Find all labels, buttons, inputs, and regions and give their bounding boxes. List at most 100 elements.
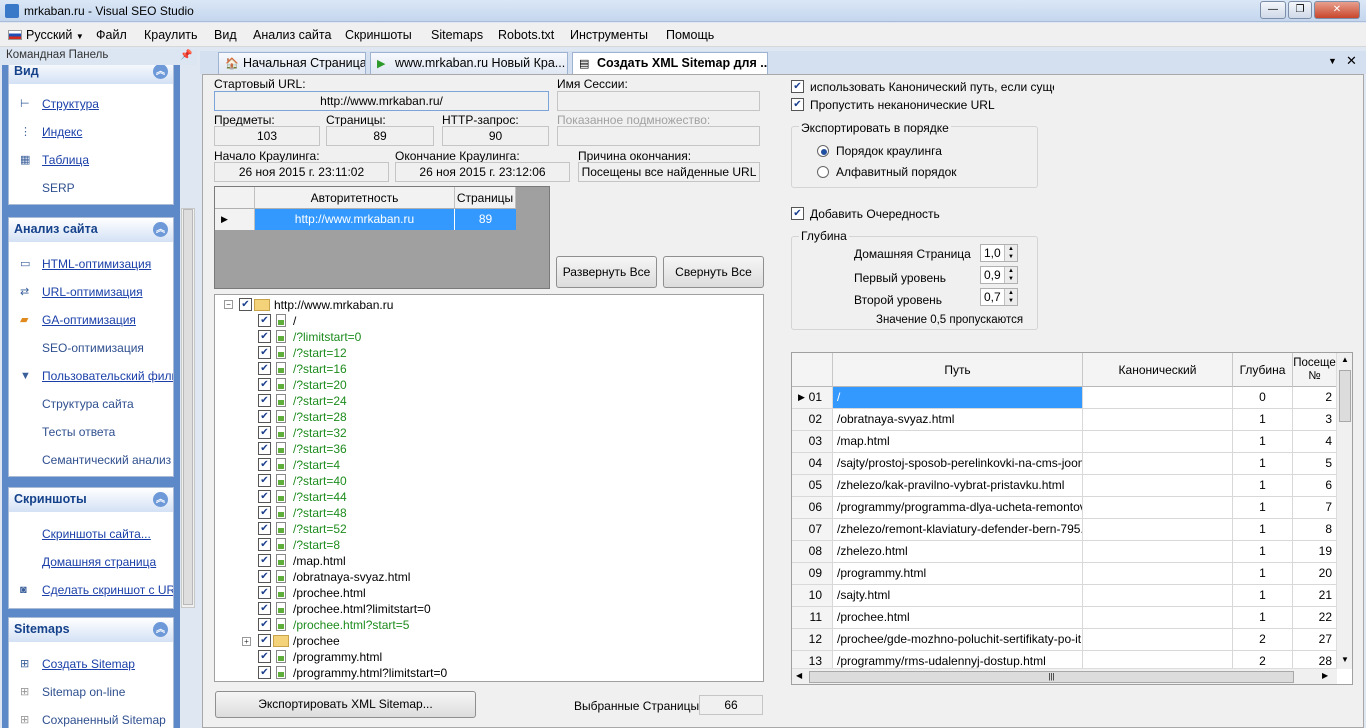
tree-node[interactable]: ✔ /?start=20 <box>215 377 750 393</box>
skip-noncanonical-checkbox[interactable]: ✔ <box>791 98 804 111</box>
home-page-screenshot-link[interactable]: Домашняя страница <box>9 548 173 576</box>
canonical-cell[interactable] <box>1083 387 1233 409</box>
tree-checkbox[interactable]: ✔ <box>258 666 271 679</box>
depth-cell[interactable]: 1 <box>1233 431 1293 453</box>
depth-cell[interactable]: 2 <box>1233 629 1293 651</box>
tree-checkbox[interactable]: ✔ <box>258 586 271 599</box>
http-requests-field[interactable]: 90 <box>442 126 549 146</box>
collapse-chevron-icon[interactable]: ︽ <box>153 65 168 79</box>
canonical-cell[interactable] <box>1083 475 1233 497</box>
tree-root-node[interactable]: − ✔ http://www.mrkaban.ru <box>215 297 750 313</box>
authority-column-header[interactable]: Авторитетность <box>255 187 455 209</box>
tree-checkbox[interactable]: ✔ <box>258 394 271 407</box>
view-index-link[interactable]: ⋮ Индекс <box>9 118 173 146</box>
spinner-arrows-icon[interactable]: ▲ ▼ <box>1004 289 1017 305</box>
group-screenshots-header[interactable]: Скриншоты ︽ <box>9 488 173 512</box>
tab-list-dropdown-icon[interactable]: ▼ <box>1328 56 1337 66</box>
site-screenshots-link[interactable]: Скриншоты сайта... <box>9 520 173 548</box>
order-crawl-radio[interactable] <box>817 145 829 157</box>
items-field[interactable]: 103 <box>214 126 320 146</box>
depth-cell[interactable]: 1 <box>1233 409 1293 431</box>
tree-checkbox[interactable]: ✔ <box>258 522 271 535</box>
tree-node[interactable]: + ✔ /prochee <box>215 633 750 649</box>
url-grid-row[interactable]: 11/prochee.html 1 22 <box>792 607 1337 629</box>
visit-cell[interactable]: 27 <box>1293 629 1337 651</box>
visit-cell[interactable]: 7 <box>1293 497 1337 519</box>
grid-horizontal-scrollbar[interactable]: ◀ ||| ▶ <box>792 668 1337 684</box>
canonical-checkbox[interactable]: ✔ <box>791 80 804 93</box>
tree-node[interactable]: ✔ /prochee.html?start=5 <box>215 617 750 633</box>
tab-start-page[interactable]: 🏠 Начальная Страница <box>218 52 366 74</box>
pages-column-header[interactable]: Страницы <box>455 187 516 209</box>
group-view-header[interactable]: Вид ︽ <box>9 65 173 84</box>
path-cell[interactable]: /zhelezo/remont-klaviatury-defender-bern… <box>833 519 1083 541</box>
shown-subset-field[interactable] <box>557 126 760 146</box>
html-optimization-link[interactable]: ▭ HTML-оптимизация <box>9 250 173 278</box>
tree-node[interactable]: ✔ /?start=48 <box>215 505 750 521</box>
tree-checkbox[interactable]: ✔ <box>258 634 271 647</box>
tree-checkbox[interactable]: ✔ <box>258 458 271 471</box>
collapse-chevron-icon[interactable]: ︽ <box>153 492 168 507</box>
collapse-chevron-icon[interactable]: ︽ <box>153 222 168 237</box>
path-cell[interactable]: / <box>833 387 1083 409</box>
visit-cell[interactable]: 20 <box>1293 563 1337 585</box>
menu-robots[interactable]: Robots.txt <box>498 28 554 42</box>
canonical-cell[interactable] <box>1083 607 1233 629</box>
menu-view[interactable]: Вид <box>214 28 237 42</box>
view-table-link[interactable]: ▦ Таблица <box>9 146 173 174</box>
sitemap-online-item[interactable]: ⊞ Sitemap on-line <box>9 678 173 706</box>
tree-node[interactable]: ✔ /?start=44 <box>215 489 750 505</box>
session-name-field[interactable] <box>557 91 760 111</box>
path-cell[interactable]: /map.html <box>833 431 1083 453</box>
visit-cell[interactable]: 2 <box>1293 387 1337 409</box>
add-priority-checkbox[interactable]: ✔ <box>791 207 804 220</box>
tree-checkbox[interactable]: ✔ <box>258 426 271 439</box>
grid-vertical-scrollbar[interactable]: ▲ ▼ <box>1336 353 1352 669</box>
scrollbar-thumb[interactable] <box>1339 370 1351 422</box>
visit-cell[interactable]: 8 <box>1293 519 1337 541</box>
url-grid-row[interactable]: 08/zhelezo.html 1 19 <box>792 541 1337 563</box>
order-alpha-radio[interactable] <box>817 166 829 178</box>
start-url-field[interactable]: http://www.mrkaban.ru/ <box>214 91 549 111</box>
second-level-spinner[interactable]: 0,7 ▲ ▼ <box>980 288 1018 306</box>
authority-pages-cell[interactable]: 89 <box>455 209 516 230</box>
scroll-down-icon[interactable]: ▼ <box>1341 655 1349 664</box>
url-grid-row[interactable]: 06/programmy/programma-dlya-ucheta-remon… <box>792 497 1337 519</box>
tree-checkbox[interactable]: ✔ <box>258 490 271 503</box>
tree-node[interactable]: ✔ /?limitstart=0 <box>215 329 750 345</box>
semantic-analysis-item[interactable]: Семантический анализ <box>9 446 173 474</box>
tree-node[interactable]: ✔ /?start=16 <box>215 361 750 377</box>
depth-cell[interactable]: 0 <box>1233 387 1293 409</box>
depth-cell[interactable]: 1 <box>1233 563 1293 585</box>
home-priority-spinner[interactable]: 1,0 ▲ ▼ <box>980 244 1018 262</box>
menu-site-analysis[interactable]: Анализ сайта <box>253 28 331 42</box>
url-grid-row[interactable]: 04/sajty/prostoj-sposob-perelinkovki-na-… <box>792 453 1337 475</box>
tree-checkbox[interactable]: ✔ <box>258 506 271 519</box>
tree-checkbox[interactable]: ✔ <box>258 538 271 551</box>
path-cell[interactable]: /obratnaya-svyaz.html <box>833 409 1083 431</box>
tree-checkbox[interactable]: ✔ <box>258 346 271 359</box>
tree-node[interactable]: ✔ /map.html <box>215 553 750 569</box>
path-cell[interactable]: /sajty/prostoj-sposob-perelinkovki-na-cm… <box>833 453 1083 475</box>
menu-tools[interactable]: Инструменты <box>570 28 648 42</box>
path-cell[interactable]: /programmy/programma-dlya-ucheta-remonto… <box>833 497 1083 519</box>
seo-optimization-item[interactable]: SEO-оптимизация <box>9 334 173 362</box>
tree-checkbox[interactable]: ✔ <box>258 554 271 567</box>
language-selector[interactable]: Русский ▼ <box>8 28 84 42</box>
canonical-cell[interactable] <box>1083 585 1233 607</box>
visit-cell[interactable]: 22 <box>1293 607 1337 629</box>
tree-node[interactable]: ✔ /?start=28 <box>215 409 750 425</box>
url-grid-row[interactable]: 07/zhelezo/remont-klaviatury-defender-be… <box>792 519 1337 541</box>
visit-column-header[interactable]: Посеще № <box>1293 353 1337 387</box>
ga-optimization-link[interactable]: ▰ GA-оптимизация <box>9 306 173 334</box>
tree-node[interactable]: ✔ /?start=36 <box>215 441 750 457</box>
command-panel-scrollbar[interactable] <box>181 208 195 608</box>
tree-node[interactable]: ✔ / <box>215 313 750 329</box>
canonical-column-header[interactable]: Канонический <box>1083 353 1233 387</box>
canonical-cell[interactable] <box>1083 409 1233 431</box>
depth-cell[interactable]: 1 <box>1233 475 1293 497</box>
view-serp-item[interactable]: SERP <box>9 174 173 202</box>
tree-checkbox[interactable]: ✔ <box>258 410 271 423</box>
url-grid-row[interactable]: 12/prochee/gde-mozhno-poluchit-sertifika… <box>792 629 1337 651</box>
tree-node[interactable]: ✔ /?start=40 <box>215 473 750 489</box>
